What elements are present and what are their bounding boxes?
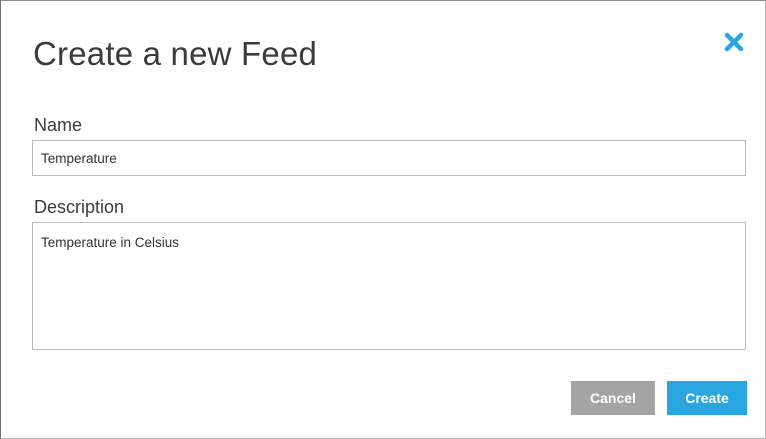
close-icon <box>724 32 744 52</box>
description-label: Description <box>34 197 125 217</box>
name-input[interactable] <box>32 140 746 176</box>
name-label: Name <box>34 115 83 135</box>
cancel-button[interactable]: Cancel <box>571 381 655 415</box>
create-button[interactable]: Create <box>667 381 747 415</box>
dialog-title: Create a new Feed <box>33 35 318 72</box>
close-button[interactable] <box>723 31 745 53</box>
create-feed-dialog: Create a new Feed Name Description Tempe… <box>0 0 766 439</box>
description-textarea[interactable]: Temperature in Celsius <box>32 222 746 350</box>
